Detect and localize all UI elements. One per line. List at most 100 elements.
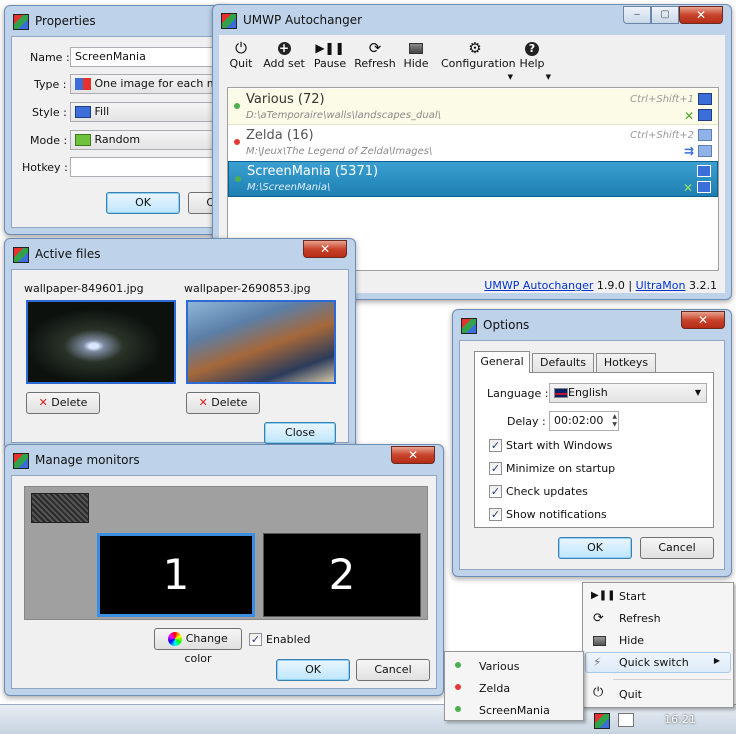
style-select[interactable]: Fill [70, 102, 230, 122]
set-row-screenmania[interactable]: ScreenMania (5371) M:\ScreenMania\ ✕ [228, 161, 718, 197]
mode-value: Random [94, 133, 141, 146]
manage-monitors-window: Manage monitors ✕ 1 2 Change color ✓ Ena… [4, 444, 444, 696]
spinner-icon[interactable]: ▲ ▼ [612, 413, 617, 429]
power-icon: ⏻ [593, 685, 604, 700]
set-name: ScreenMania (5371) [247, 164, 379, 179]
quit-button[interactable]: ⏻ Quit [225, 39, 257, 70]
change-color-button[interactable]: Change color [154, 628, 242, 665]
app-version: 1.9.0 [596, 279, 625, 292]
tab-defaults[interactable]: Defaults [532, 353, 594, 373]
show-notifications-checkbox[interactable]: ✓ [489, 508, 502, 521]
menu-item-start[interactable]: ▶❚❚ Start [585, 587, 731, 607]
language-label: Language : [487, 387, 549, 400]
set-name: Various (72) [246, 92, 325, 107]
ok-button[interactable]: OK [558, 537, 632, 559]
type-value: One image for each monitor [94, 77, 230, 90]
set-row-zelda[interactable]: Zelda (16) M:\Jeux\The Legend of Zelda\I… [228, 125, 718, 161]
color-wheel-icon [168, 632, 183, 646]
menu-item-quit[interactable]: ⏻ Quit [585, 684, 731, 704]
minimize-on-startup-checkbox[interactable]: ✓ [489, 462, 502, 475]
delay-field[interactable]: 00:02:00 ▲ ▼ [549, 411, 619, 431]
tray-app-icon[interactable] [594, 713, 610, 729]
maximize-button[interactable]: ▢ [651, 6, 679, 24]
configuration-button[interactable]: ⚙ Configuration ▼ [441, 39, 516, 81]
language-select[interactable]: English ▼ [549, 383, 707, 403]
type-select[interactable]: One image for each monitor [70, 74, 230, 94]
status-dot [455, 684, 461, 690]
color-pattern [31, 493, 89, 523]
set-path: D:\aTemporaire\walls\landscapes_dual\ [246, 110, 441, 121]
tab-general[interactable]: General [474, 351, 530, 373]
help-icon: ? [525, 42, 539, 56]
ok-button[interactable]: OK [106, 192, 180, 214]
menu-item-quick-switch[interactable]: ⚡ Quick switch ▶ [585, 652, 731, 673]
app-icon [221, 13, 237, 29]
pause-label: Pause [313, 57, 347, 70]
name-field[interactable]: ScreenMania [70, 47, 230, 67]
network-icon[interactable] [618, 713, 634, 727]
submenu-arrow-icon: ▶ [713, 656, 720, 665]
name-label: Name : [30, 51, 70, 64]
delete-icon: ✕ [38, 396, 48, 409]
close-button[interactable]: ✕ [679, 6, 723, 24]
status-dot [234, 103, 240, 109]
clock[interactable]: 16:21 [650, 713, 710, 726]
menu-item-refresh[interactable]: ⟳ Refresh [585, 609, 731, 629]
app-icon [461, 318, 477, 334]
fill-icon [697, 181, 711, 193]
set-row-various[interactable]: Various (72) D:\aTemporaire\walls\landsc… [228, 89, 718, 125]
tab-hotkeys[interactable]: Hotkeys [596, 353, 656, 373]
ultramon-link[interactable]: UltraMon [636, 279, 686, 292]
add-set-button[interactable]: + Add set [261, 39, 307, 70]
close-button[interactable]: ✕ [681, 311, 725, 329]
refresh-button[interactable]: ⟳ Refresh [353, 39, 397, 70]
hide-icon [409, 43, 423, 54]
ok-button[interactable]: OK [276, 659, 350, 681]
monitor-1[interactable]: 1 [97, 533, 255, 617]
help-label: Help [519, 57, 545, 70]
window-title: Manage monitors [35, 453, 140, 467]
wallpaper-thumbnail[interactable] [186, 300, 336, 384]
submenu-item-various[interactable]: Various [447, 656, 581, 676]
hide-button[interactable]: Hide [403, 39, 429, 70]
enabled-checkbox[interactable]: ✓ [249, 633, 262, 646]
footer-separator: | [628, 279, 633, 292]
start-with-windows-checkbox[interactable]: ✓ [489, 439, 502, 452]
menu-item-hide[interactable]: Hide [585, 631, 731, 651]
pause-button[interactable]: ▶❚❚ Pause [313, 39, 347, 70]
app-link[interactable]: UMWP Autochanger [484, 279, 593, 292]
wallpaper-thumbnail[interactable] [26, 300, 176, 384]
delete-button[interactable]: ✕ Delete [186, 392, 260, 414]
close-button[interactable]: ✕ [303, 240, 347, 258]
quick-switch-submenu: Various Zelda ScreenMania [444, 651, 584, 721]
mode-select[interactable]: Random [70, 130, 230, 150]
monitor-2[interactable]: 2 [263, 533, 421, 617]
hotkey-field[interactable] [70, 157, 230, 177]
gear-icon: ⚙ [468, 39, 482, 57]
plus-icon: + [277, 41, 291, 55]
type-icon [75, 78, 91, 90]
fill-icon [698, 109, 712, 121]
close-dialog-button[interactable]: Close [264, 422, 336, 444]
pause-icon: ▶❚❚ [315, 41, 345, 55]
window-title: Active files [35, 247, 101, 261]
check-updates-checkbox[interactable]: ✓ [489, 485, 502, 498]
minimize-button[interactable]: ‒ [623, 6, 651, 24]
submenu-item-zelda[interactable]: Zelda [447, 678, 581, 698]
menu-item-label: Quit [619, 688, 642, 701]
status-dot [235, 176, 241, 182]
show-notifications-label: Show notifications [506, 508, 607, 521]
cancel-button[interactable]: Cancel [356, 659, 430, 681]
cancel-button[interactable]: Cancel [640, 537, 714, 559]
delay-label: Delay : [507, 415, 546, 428]
close-button[interactable]: ✕ [391, 446, 435, 464]
delete-button[interactable]: ✕ Delete [26, 392, 100, 414]
options-window: Options ✕ General Defaults Hotkeys Langu… [452, 309, 732, 577]
random-icon [75, 134, 91, 146]
set-hotkey: Ctrl+Shift+2 [630, 130, 694, 141]
submenu-item-screenmania[interactable]: ScreenMania [447, 700, 581, 720]
properties-client: Name : ScreenMania Type : One image for … [11, 36, 262, 228]
help-button[interactable]: ? Help ▼ [517, 39, 551, 81]
menu-item-label: Refresh [619, 612, 661, 625]
set-path: M:\ScreenMania\ [247, 182, 331, 193]
